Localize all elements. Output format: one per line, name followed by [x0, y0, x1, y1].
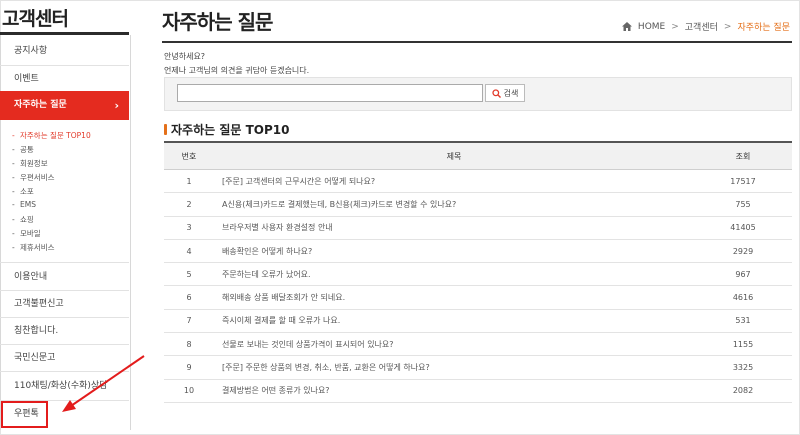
- sidebar-item-faq[interactable]: 자주하는 질문 ›: [0, 91, 129, 120]
- row-num: 1: [164, 169, 214, 194]
- search-icon: [491, 88, 501, 98]
- sidebar-item-label: 공지사항: [14, 46, 48, 56]
- submenu-item-mobile[interactable]: - 모바일: [12, 228, 41, 239]
- row-subject-link[interactable]: 선물로 보내는 것인데 상품가격이 표시되어 있나요?: [214, 332, 694, 357]
- intro-greeting: 안녕하세요?: [164, 52, 206, 61]
- row-num: 6: [164, 285, 214, 310]
- intro-message: 언제나 고객님의 의견을 귀담아 듣겠습니다.: [164, 66, 310, 75]
- chevron-right-icon: ›: [114, 99, 119, 112]
- sidebar-item-praise[interactable]: 칭찬합니다.: [0, 318, 129, 345]
- page-title: 자주하는 질문: [162, 10, 273, 34]
- home-icon[interactable]: [621, 22, 632, 31]
- faq-section-title: 자주하는 질문 TOP10: [164, 121, 289, 138]
- row-views: 967: [694, 262, 792, 287]
- table-row: 3 브라우저별 사용자 환경설정 안내 41405: [164, 216, 792, 240]
- sidebar-item-notice[interactable]: 공지사항: [0, 37, 129, 66]
- row-num: 2: [164, 192, 214, 217]
- column-header-views: 조회: [694, 141, 792, 170]
- sidebar-item-event[interactable]: 이벤트: [0, 66, 129, 92]
- breadcrumb-level1[interactable]: 고객센터: [685, 20, 718, 33]
- search-panel: 검색: [164, 77, 792, 111]
- row-subject-link[interactable]: 주문하는데 오류가 났어요.: [214, 262, 694, 287]
- table-row: 8 선물로 보내는 것인데 상품가격이 표시되어 있나요? 1155: [164, 332, 792, 357]
- sidebar-title: 고객센터: [2, 8, 69, 30]
- row-views: 755: [694, 192, 792, 217]
- table-row: 6 해외배송 상품 배달조회가 안 되네요. 4616: [164, 285, 792, 310]
- faq-table: 번호 제목 조회 1 [주문] 고객센터의 근무시간은 어떻게 되나요? 17517…: [164, 141, 792, 403]
- submenu-item-parcel[interactable]: - 소포: [12, 186, 34, 197]
- breadcrumb: HOME > 고객센터 > 자주하는 질문: [621, 20, 790, 33]
- submenu-item-partner[interactable]: - 제휴서비스: [12, 242, 55, 253]
- section-bar-icon: [164, 124, 167, 135]
- sidebar-item-label: 고객불편신고: [14, 299, 64, 309]
- row-num: 8: [164, 332, 214, 357]
- submenu-item-shopping[interactable]: - 쇼핑: [12, 214, 34, 225]
- table-row: 10 결제방법은 어떤 종류가 있나요? 2082: [164, 379, 792, 403]
- row-subject-link[interactable]: [주문] 고객센터의 근무시간은 어떻게 되나요?: [214, 169, 694, 194]
- row-views: 2929: [694, 239, 792, 264]
- sidebar-item-label: 이벤트: [14, 74, 39, 84]
- table-row: 2 A신용(체크)카드로 결제했는데, B신용(체크)카드로 변경할 수 있나요?…: [164, 192, 792, 217]
- row-views: 1155: [694, 332, 792, 357]
- search-button-label: 검색: [503, 88, 519, 98]
- row-num: 5: [164, 262, 214, 287]
- row-views: 17517: [694, 169, 792, 194]
- breadcrumb-home[interactable]: HOME: [638, 22, 665, 32]
- row-subject-link[interactable]: [주문] 주문한 상품의 변경, 취소, 반품, 교환은 어떻게 하나요?: [214, 355, 694, 380]
- sidebar-item-complaint[interactable]: 고객불편신고: [0, 291, 129, 318]
- row-subject-link[interactable]: 결제방법은 어떤 종류가 있나요?: [214, 379, 694, 403]
- row-views: 2082: [694, 379, 792, 403]
- row-views: 3325: [694, 355, 792, 380]
- table-row: 4 배송확인은 어떻게 하나요? 2929: [164, 239, 792, 264]
- title-divider: [162, 41, 792, 43]
- sidebar-item-guide[interactable]: 이용안내: [0, 262, 129, 291]
- submenu-item-member[interactable]: - 회원정보: [12, 158, 48, 169]
- submenu-item-top10[interactable]: - 자주하는 질문 TOP10: [12, 130, 91, 141]
- row-num: 3: [164, 216, 214, 240]
- row-subject-link[interactable]: 배송확인은 어떻게 하나요?: [214, 239, 694, 264]
- submenu-item-ems[interactable]: - EMS: [12, 200, 36, 209]
- submenu-item-common[interactable]: - 공통: [12, 144, 34, 155]
- row-num: 9: [164, 355, 214, 380]
- row-subject-link[interactable]: 즉시이체 결제를 할 때 오류가 나요.: [214, 309, 694, 334]
- breadcrumb-separator: >: [723, 21, 732, 32]
- sidebar-item-label: 자주하는 질문: [14, 100, 67, 110]
- row-num: 4: [164, 239, 214, 264]
- row-num: 10: [164, 379, 214, 403]
- row-subject-link[interactable]: A신용(체크)카드로 결제했는데, B신용(체크)카드로 변경할 수 있나요?: [214, 192, 694, 217]
- row-num: 7: [164, 309, 214, 334]
- sidebar-item-label: 이용안내: [14, 272, 48, 282]
- table-header-row: 번호 제목 조회: [164, 141, 792, 170]
- row-views: 41405: [694, 216, 792, 240]
- sidebar-item-label: 칭찬합니다.: [14, 326, 59, 336]
- table-row: 1 [주문] 고객센터의 근무시간은 어떻게 되나요? 17517: [164, 169, 792, 194]
- breadcrumb-current: 자주하는 질문: [737, 23, 790, 33]
- table-row: 5 주문하는데 오류가 났어요. 967: [164, 262, 792, 287]
- table-row: 9 [주문] 주문한 상품의 변경, 취소, 반품, 교환은 어떻게 하나요? 33…: [164, 355, 792, 380]
- row-subject-link[interactable]: 브라우저별 사용자 환경설정 안내: [214, 216, 694, 240]
- submenu-item-postal[interactable]: - 우편서비스: [12, 172, 55, 183]
- annotation-arrow-icon: [62, 355, 145, 412]
- row-views: 4616: [694, 285, 792, 310]
- row-subject-link[interactable]: 해외배송 상품 배달조회가 안 되네요.: [214, 285, 694, 310]
- row-views: 531: [694, 309, 792, 334]
- search-button[interactable]: 검색: [485, 84, 525, 102]
- column-header-num: 번호: [164, 141, 214, 170]
- breadcrumb-separator: >: [671, 21, 679, 32]
- search-input[interactable]: [177, 84, 483, 102]
- table-row: 7 즉시이체 결제를 할 때 오류가 나요. 531: [164, 309, 792, 334]
- column-header-subject: 제목: [214, 141, 694, 170]
